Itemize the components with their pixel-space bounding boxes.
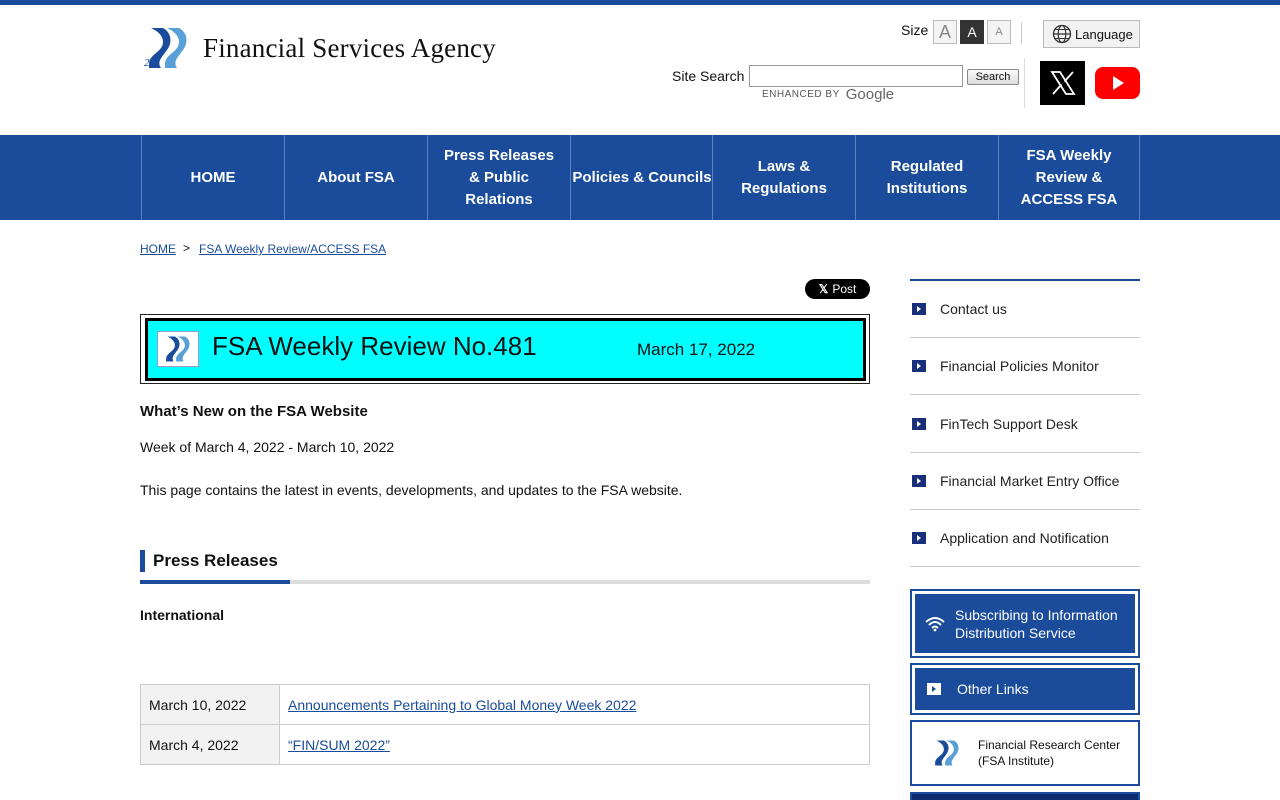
sidebar-item-fintech-support-desk[interactable]: FinTech Support Desk [910, 396, 1140, 453]
press-releases-heading: Press Releases [140, 550, 278, 572]
x-small-icon: 𝕏 [818, 282, 829, 296]
other-links-label: Other Links [957, 681, 1029, 697]
logo-text: Financial Services Agency [203, 32, 496, 63]
x-social-button[interactable] [1040, 61, 1085, 105]
arrow-right-icon [912, 532, 926, 544]
research-center-subtitle: (FSA Institute) [978, 754, 1055, 768]
sidebar-item-contact-us[interactable]: Contact us [910, 281, 1140, 338]
header-divider [1021, 22, 1022, 44]
arrow-right-icon [912, 360, 926, 372]
sidebar-item-market-entry-office[interactable]: Financial Market Entry Office [910, 453, 1140, 510]
fsa-logo[interactable]: 25 Financial Services Agency [141, 24, 496, 72]
table-row: March 4, 2022 “FIN/SUM 2022” [140, 724, 870, 765]
nav-policies-councils[interactable]: Policies & Councils [570, 135, 713, 220]
post-label: Post [832, 282, 857, 296]
arrow-right-icon [927, 683, 941, 695]
enhanced-by-label: ENHANCED BY [762, 89, 840, 100]
play-icon [1112, 76, 1124, 90]
nav-about-fsa[interactable]: About FSA [284, 135, 427, 220]
text-size-medium-button[interactable]: A [960, 20, 984, 44]
site-search-input[interactable] [749, 65, 963, 87]
table-row: March 10, 2022 Announcements Pertaining … [140, 684, 870, 725]
research-center-title: Financial Research Center [978, 738, 1121, 752]
arrow-right-icon [912, 475, 926, 487]
text-size-large-button[interactable]: A [933, 20, 957, 44]
row-date: March 4, 2022 [140, 724, 280, 765]
sidebar-item-label: FinTech Support Desk [940, 416, 1078, 432]
nav-home[interactable]: HOME [141, 135, 284, 220]
arrow-right-icon [912, 418, 926, 430]
fsa-small-logo-icon [157, 331, 199, 367]
row-link[interactable]: “FIN/SUM 2022” [279, 724, 870, 765]
intro-text: This page contains the latest in events,… [140, 482, 683, 498]
press-release-table: March 10, 2022 Announcements Pertaining … [140, 684, 870, 765]
x-post-button[interactable]: 𝕏 Post [805, 279, 870, 299]
row-link[interactable]: Announcements Pertaining to Global Money… [279, 684, 870, 725]
breadcrumb-current[interactable]: FSA Weekly Review/ACCESS FSA [199, 242, 386, 256]
language-label: Language [1075, 26, 1133, 42]
week-range: Week of March 4, 2022 - March 10, 2022 [140, 439, 395, 455]
arrow-right-icon [912, 303, 926, 315]
wifi-icon [925, 615, 945, 633]
subscribe-label: Subscribing to Information Distribution … [955, 606, 1118, 641]
sidebar-item-label: Application and Notification [940, 530, 1109, 546]
other-links-button[interactable]: Other Links [910, 663, 1140, 715]
top-accent-bar [0, 0, 1280, 5]
youtube-button[interactable] [1095, 67, 1140, 99]
research-center-banner[interactable]: Financial Research Center (FSA Institute… [910, 720, 1140, 786]
fsa-institute-logo-icon [935, 740, 959, 766]
next-banner-partial[interactable] [910, 792, 1140, 800]
google-wordmark: Google [845, 86, 895, 103]
subscribe-button[interactable]: Subscribing to Information Distribution … [910, 589, 1140, 658]
text-size-label: Size [901, 22, 929, 38]
category-heading: International [140, 607, 225, 623]
nav-weekly-review[interactable]: FSA Weekly Review & ACCESS FSA [998, 135, 1140, 220]
site-search-label: Site Search [672, 68, 745, 84]
sidebar-item-label: Contact us [940, 301, 1007, 317]
sidebar-item-label: Financial Market Entry Office [940, 473, 1120, 489]
breadcrumb-separator: > [183, 241, 191, 255]
language-button[interactable]: Language [1043, 20, 1140, 48]
breadcrumb-home[interactable]: HOME [140, 242, 176, 256]
nav-regulated-institutions[interactable]: Regulated Institutions [855, 135, 998, 220]
search-button[interactable]: Search [967, 69, 1019, 85]
nav-press-releases[interactable]: Press Releases & Public Relations [427, 135, 570, 220]
issue-date: March 17, 2022 [637, 340, 756, 359]
global-navigation: HOME About FSA Press Releases & Public R… [0, 135, 1280, 220]
sidebar-item-label: Financial Policies Monitor [940, 358, 1099, 374]
sidebar-item-application-notification[interactable]: Application and Notification [910, 510, 1140, 567]
x-logo-icon [1049, 71, 1076, 95]
globe-icon [1052, 24, 1072, 44]
text-size-small-button[interactable]: A [987, 20, 1011, 44]
social-divider [1024, 58, 1025, 108]
nav-laws-regulations[interactable]: Laws & Regulations [712, 135, 855, 220]
sidebar-item-financial-policies-monitor[interactable]: Financial Policies Monitor [910, 338, 1140, 395]
whats-new-heading: What’s New on the FSA Website [140, 403, 368, 420]
page-title: FSA Weekly Review No.481 [212, 331, 537, 361]
svg-text:25: 25 [144, 57, 156, 69]
heading-underline-accent [140, 580, 290, 584]
enhanced-by-google: ENHANCED BY Google [762, 86, 894, 103]
row-date: March 10, 2022 [140, 684, 280, 725]
fsa-emblem-icon: 25 [141, 24, 195, 72]
